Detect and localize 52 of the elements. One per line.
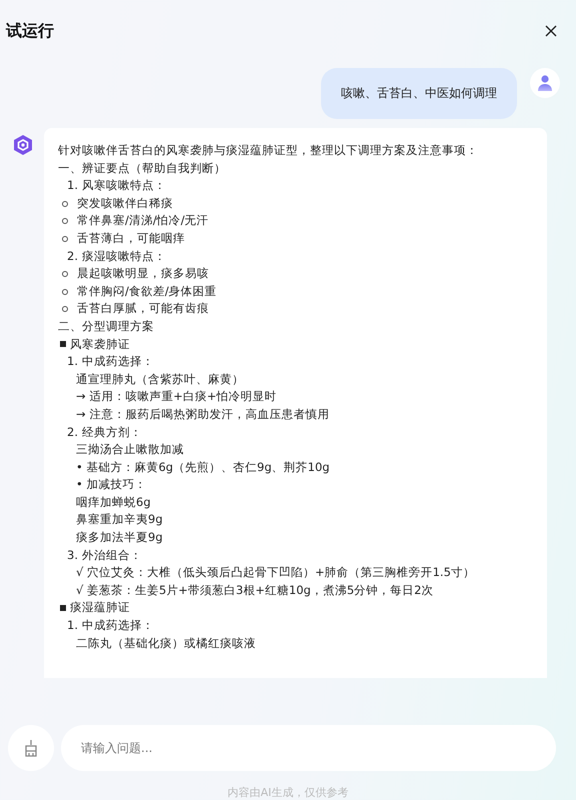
answer-text: 突发咳嗽伴白稀痰: [77, 194, 173, 212]
disclaimer-text: 内容由AI生成，仅供参考: [226, 785, 350, 800]
window-title: 试运行: [6, 20, 54, 42]
bullet-icon: [62, 288, 68, 295]
answer-text: 舌苔薄白，可能咽痒: [77, 230, 185, 247]
answer-text: 针对咳嗽伴舌苔白的风寒袭肺与痰湿蕴肺证型，整理以下调理方案及注意事项：: [58, 142, 478, 159]
bullet-icon: [62, 306, 68, 312]
bullet-icon: [62, 200, 68, 207]
answer-text: 一、辨证要点（帮助自我判断）: [58, 160, 226, 177]
answer-text: • 加减技巧：: [76, 476, 146, 494]
list-number: 3.: [66, 546, 79, 564]
bullet-icon: [62, 236, 68, 242]
answer-text: 外治组合：: [82, 546, 142, 564]
answer-text: 中成药选择：: [82, 617, 154, 634]
bullet-icon: [62, 218, 68, 224]
answer-text: 舌苔白厚腻，可能有齿痕: [77, 300, 209, 318]
answer-text: 鼻塞重加辛夷9g: [76, 511, 163, 528]
question-input[interactable]: 请输入问题...: [61, 725, 556, 771]
answer-heading: 风寒袭肺证: [70, 336, 130, 353]
answer-text: 咽痒加蝉蜕6g: [76, 494, 151, 511]
answer-text: 常伴胸闷/食欲差/身体困重: [77, 282, 217, 300]
answer-text: 经典方剂：: [82, 424, 142, 440]
list-number: 2.: [66, 424, 79, 440]
hexagon-logo-icon: [12, 134, 34, 156]
answer-text: 二、分型调理方案: [58, 318, 154, 335]
answer-text: 风寒咳嗽特点：: [82, 177, 166, 194]
answer-text: 常伴鼻塞/清涕/怕冷/无汗: [77, 212, 209, 230]
square-bullet-icon: [60, 605, 66, 612]
user-avatar-icon: [530, 68, 560, 98]
answer-text: √ 姜葱茶：生姜5片+带须葱白3根+红糖10g，煮沸5分钟，每日2次: [76, 582, 434, 599]
user-message: 咳嗽、舌苔白、中医如何调理: [321, 68, 517, 119]
square-bullet-icon: [60, 341, 66, 348]
broom-icon: [23, 739, 39, 757]
answer-text: → 注意：服药后喝热粥助发汗，高血压患者慎用: [76, 406, 330, 423]
answer-text: 痰湿咳嗽特点：: [82, 248, 166, 265]
list-number: 1.: [66, 177, 79, 194]
bullet-icon: [62, 270, 68, 277]
answer-text: 二陈丸（基础化痰）或橘红痰咳液: [76, 634, 256, 652]
clear-button[interactable]: [8, 725, 54, 771]
answer-text: 中成药选择：: [82, 353, 154, 370]
answer-text: √ 穴位艾灸：大椎（低头颈后凸起骨下凹陷）+肺俞（第三胸椎旁开1.5寸）: [76, 564, 475, 582]
answer-text: • 基础方：麻黄6g（先煎）、杏仁9g、荆芥10g: [76, 458, 330, 476]
answer-text: 通宣理肺丸（含紫苏叶、麻黄）: [76, 370, 244, 388]
answer-text: 晨起咳嗽明显，痰多易咳: [77, 265, 209, 282]
answer-heading: 痰湿蕴肺证: [70, 599, 130, 616]
list-number: 2.: [66, 248, 79, 265]
list-number: 1.: [66, 353, 79, 370]
answer-text: 三拗汤合止嗽散加减: [76, 441, 184, 458]
answer-text: → 适用：咳嗽声重+白痰+怕冷明显时: [76, 388, 277, 406]
close-icon[interactable]: [544, 24, 558, 38]
list-number: 1.: [66, 617, 79, 634]
answer-text: 痰多加法半夏9g: [76, 529, 163, 546]
